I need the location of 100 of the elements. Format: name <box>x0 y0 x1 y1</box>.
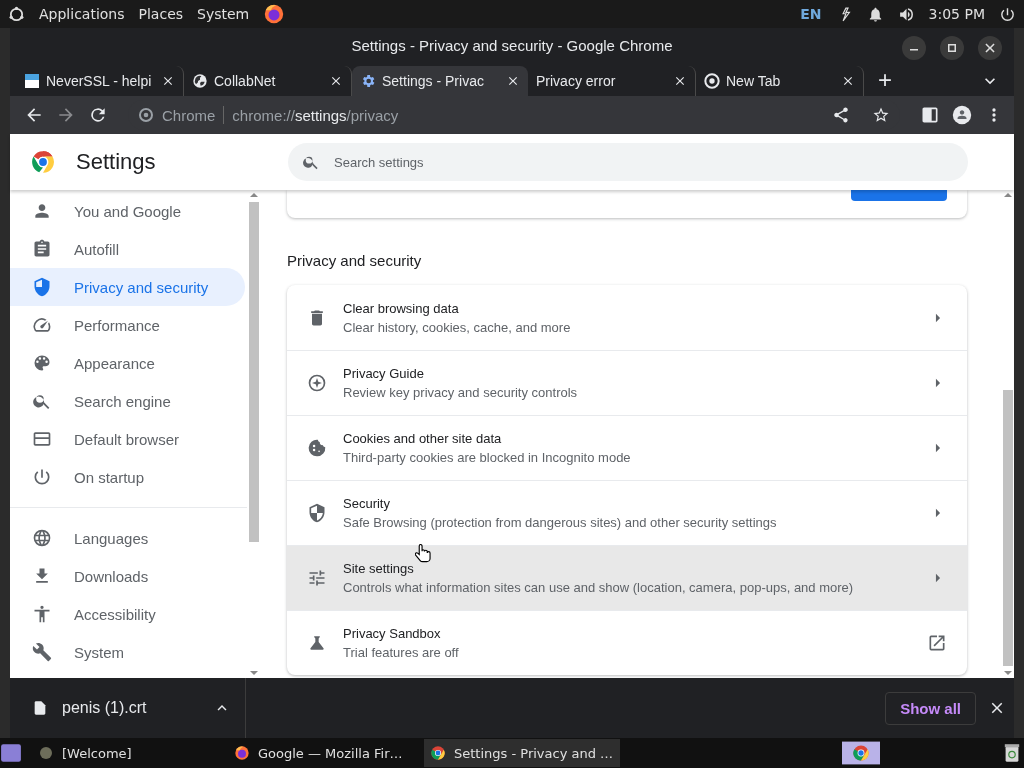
figure-icon <box>32 604 52 624</box>
sidebar-item[interactable]: Languages <box>10 519 245 557</box>
settings-row[interactable]: Clear browsing data Clear history, cookies, cache, and more <box>287 285 967 350</box>
window-title: Settings - Privacy and security - Google Chrome <box>351 36 673 54</box>
flask-icon <box>307 633 327 653</box>
taskbar-item[interactable]: Settings - Privacy and … <box>424 739 620 767</box>
globe-icon <box>32 528 52 548</box>
minimize-icon[interactable] <box>902 36 926 60</box>
browser-tab[interactable]: Settings - Privac <box>352 66 528 96</box>
volume-icon[interactable] <box>897 5 915 23</box>
row-description: Third-party cookies are blocked in Incognito mode <box>343 450 632 465</box>
profile-avatar-icon[interactable] <box>952 105 972 125</box>
sidebar-item[interactable]: Autofill <box>10 230 245 268</box>
ubuntu-logo-icon[interactable] <box>8 5 25 23</box>
sidebar-item[interactable]: Appearance <box>10 344 245 382</box>
row-description: Safe Browsing (protection from dangerous sites) and other security settings <box>343 515 778 530</box>
close-tab-icon[interactable] <box>673 74 687 88</box>
panel-menu[interactable]: Places <box>138 6 184 22</box>
row-title: Cookies and other site data <box>343 431 503 446</box>
star-icon[interactable] <box>872 106 890 124</box>
power-icon[interactable] <box>999 5 1016 23</box>
settings-row[interactable]: Privacy Guide Review key privacy and security controls <box>287 350 967 415</box>
tab-title: CollabNet <box>214 73 277 89</box>
sidebar-item[interactable]: Default browser <box>10 420 245 458</box>
row-title: Site settings <box>343 561 415 576</box>
settings-row[interactable]: Privacy Sandbox Trial features are off <box>287 610 967 675</box>
taskbar-item[interactable]: Google — Mozilla Fir… <box>228 739 424 767</box>
clipboard-icon <box>32 239 52 259</box>
chrome-logo-icon <box>30 149 56 175</box>
chrome-icon <box>704 73 720 89</box>
external-link-icon[interactable] <box>927 633 947 653</box>
scroll-up-icon[interactable] <box>249 192 258 198</box>
maximize-icon[interactable] <box>940 36 964 60</box>
new-tab-button[interactable]: + <box>878 66 892 94</box>
panel-menu[interactable]: System <box>197 6 250 22</box>
chrome-icon <box>138 107 154 123</box>
scroll-down-icon[interactable] <box>249 670 258 676</box>
arrow-right-icon <box>935 573 941 583</box>
sidebar-item[interactable]: Search engine <box>10 382 245 420</box>
origin-label: Chrome <box>162 106 216 124</box>
tab-title: New Tab <box>726 73 782 89</box>
close-tab-icon[interactable] <box>841 74 855 88</box>
sidebar-item[interactable]: Accessibility <box>10 595 245 633</box>
clock[interactable]: 3:05 PM <box>928 6 985 22</box>
chrome-icon <box>430 745 446 761</box>
section-heading: Privacy and security <box>287 252 423 269</box>
keyboard-language[interactable]: EN <box>800 6 822 22</box>
panel-menu[interactable]: Applications <box>39 6 125 22</box>
arrow-right-icon <box>935 312 941 323</box>
trash-icon[interactable] <box>1004 743 1020 763</box>
scroll-up-icon[interactable] <box>1003 192 1012 198</box>
scroll-down-icon[interactable] <box>1003 670 1012 676</box>
browser-icon <box>32 429 52 449</box>
tab-title: Privacy error <box>536 73 617 89</box>
close-tab-icon[interactable] <box>161 74 175 88</box>
page-icon <box>24 73 40 89</box>
tune-icon <box>307 568 327 588</box>
gear-icon <box>360 73 376 89</box>
close-tab-icon[interactable] <box>329 74 343 88</box>
gauge-icon <box>32 315 52 335</box>
wrench-icon <box>32 642 52 662</box>
sidebar-item[interactable]: You and Google <box>10 192 245 230</box>
url-text: chrome://settings/privacy <box>232 106 399 124</box>
row-title: Clear browsing data <box>343 300 460 316</box>
settings-row[interactable]: Site settings Controls what information sites can use and show (location, camera, pop-ups, and more) <box>287 545 967 610</box>
row-title: Security <box>343 496 391 511</box>
sidebar-item[interactable]: Privacy and security <box>10 268 245 306</box>
file-icon <box>32 699 48 717</box>
firefox-icon[interactable] <box>263 3 286 25</box>
search-field[interactable]: Search settings <box>288 143 968 181</box>
app-icon <box>38 745 54 761</box>
arrow-right-icon <box>935 508 941 518</box>
sidebar-item[interactable]: Downloads <box>10 557 245 595</box>
reload-icon[interactable] <box>88 105 108 125</box>
close-tab-icon[interactable] <box>506 74 520 88</box>
scrollbar[interactable] <box>247 190 260 678</box>
tab-title: NeverSSL - helpi <box>46 73 153 89</box>
sidebar-item[interactable]: On startup <box>10 458 245 496</box>
close-icon[interactable] <box>978 36 1002 60</box>
scrollbar[interactable] <box>1001 190 1014 678</box>
hand-cursor-icon <box>415 544 431 563</box>
side-panel-icon[interactable] <box>920 105 940 125</box>
settings-row[interactable]: Cookies and other site data Third-party cookies are blocked in Incognito mode <box>287 415 967 480</box>
sidebar-item[interactable]: System <box>10 633 245 671</box>
workspace-switcher-icon[interactable] <box>842 741 880 765</box>
show-desktop-icon[interactable] <box>0 742 22 764</box>
palette-icon <box>32 353 52 373</box>
taskbar-item[interactable]: [Welcome] <box>32 739 228 767</box>
sidebar-item[interactable]: Performance <box>10 306 245 344</box>
settings-title: Settings <box>76 149 156 175</box>
shield-icon <box>32 277 52 297</box>
share-icon[interactable] <box>832 106 850 124</box>
cookie-icon <box>307 438 327 458</box>
row-description: Controls what information sites can use and show (location, camera, pop-ups, and more) <box>343 580 855 595</box>
show-all-button[interactable]: Show all <box>885 691 976 725</box>
firefox-icon <box>234 745 250 761</box>
arrow-right-icon <box>935 443 941 453</box>
tab-title: Settings - Privac <box>382 73 485 89</box>
row-title: Privacy Sandbox <box>343 626 442 641</box>
globe-icon <box>192 73 208 89</box>
